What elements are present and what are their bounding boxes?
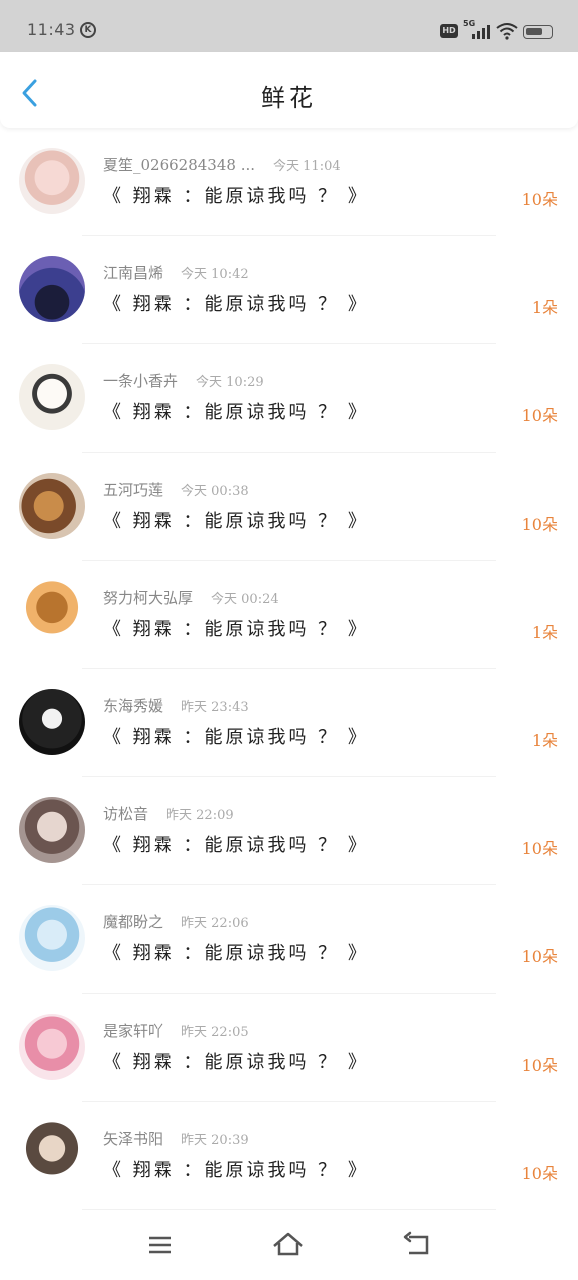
- gift-message: 《 翔霖 ：能原谅我吗 ？ 》: [103, 402, 369, 424]
- sender-line: 是家轩吖 昨天 22:05: [103, 1020, 249, 1041]
- flower-count: 1朵: [531, 298, 558, 318]
- status-bar: 11:43 K HD 5G: [0, 0, 578, 52]
- avatar[interactable]: [19, 580, 85, 647]
- avatar[interactable]: [19, 148, 85, 214]
- flower-count: 10朵: [521, 514, 558, 534]
- back-arrow-icon[interactable]: [401, 1230, 435, 1260]
- sender-name: 江南昌烯: [103, 264, 164, 283]
- battery-fill: [526, 28, 542, 35]
- sent-time: 今天 10:29: [196, 375, 264, 391]
- gift-message: 《 翔霖 ：能原谅我吗 ？ 》: [103, 943, 369, 965]
- list-item[interactable]: 夏笙_0266284348 ... 今天 11:04 《 翔霖 ：能原谅我吗 ？ 》…: [0, 128, 578, 237]
- list-item[interactable]: 一条小香卉 今天 10:29 《 翔霖 ：能原谅我吗 ？ 》 10朵: [0, 344, 578, 453]
- home-icon[interactable]: [271, 1230, 305, 1260]
- sender-name: 一条小香卉: [103, 372, 179, 391]
- list-item[interactable]: 东海秀媛 昨天 23:43 《 翔霖 ：能原谅我吗 ？ 》 1朵: [0, 669, 578, 778]
- sender-line: 努力柯大弘厚 今天 00:24: [103, 587, 279, 608]
- system-nav-bar: [0, 1212, 578, 1280]
- flower-count: 10朵: [521, 1055, 558, 1075]
- sent-time: 今天 00:38: [181, 483, 249, 499]
- page-title: 鲜花: [261, 84, 317, 112]
- flower-gift-list: 夏笙_0266284348 ... 今天 11:04 《 翔霖 ：能原谅我吗 ？ 》…: [0, 128, 578, 1210]
- avatar[interactable]: [19, 256, 85, 323]
- list-item[interactable]: 是家轩吖 昨天 22:05 《 翔霖 ：能原谅我吗 ？ 》 10朵: [0, 994, 578, 1102]
- sent-time: 今天 11:04: [273, 159, 341, 174]
- battery-icon: [523, 25, 553, 39]
- gift-message: 《 翔霖 ：能原谅我吗 ？ 》: [103, 726, 369, 748]
- sender-line: 访松音 昨天 22:09: [103, 803, 234, 824]
- sender-line: 夏笙_0266284348 ... 今天 11:04: [103, 154, 341, 175]
- gift-message: 《 翔霖 ：能原谅我吗 ？ 》: [103, 618, 369, 640]
- avatar[interactable]: [19, 1121, 85, 1188]
- gift-message: 《 翔霖 ：能原谅我吗 ？ 》: [103, 510, 369, 532]
- sender-name: 努力柯大弘厚: [103, 588, 194, 607]
- flower-count: 1朵: [531, 622, 558, 642]
- sender-name: 访松音: [103, 805, 149, 824]
- sender-line: 矢泽书阳 昨天 20:39: [103, 1128, 249, 1149]
- sent-time: 昨天 20:39: [181, 1132, 249, 1148]
- gift-message: 《 翔霖 ：能原谅我吗 ？ 》: [103, 186, 369, 207]
- avatar[interactable]: [19, 472, 85, 539]
- sender-line: 一条小香卉 今天 10:29: [103, 370, 264, 391]
- flower-count: 10朵: [521, 190, 558, 209]
- flower-count: 1朵: [531, 730, 558, 750]
- status-time: 11:43: [27, 20, 76, 39]
- wifi-icon: [496, 23, 518, 40]
- sender-line: 魔都盼之 昨天 22:06: [103, 911, 249, 932]
- sender-line: 五河巧莲 今天 00:38: [103, 479, 249, 500]
- hd-icon: HD: [440, 24, 458, 38]
- sender-name: 五河巧莲: [103, 480, 164, 499]
- sent-time: 昨天 23:43: [181, 699, 249, 715]
- list-item[interactable]: 矢泽书阳 昨天 20:39 《 翔霖 ：能原谅我吗 ？ 》 10朵: [0, 1102, 578, 1210]
- divider: [82, 1208, 496, 1210]
- signal-bar: [487, 25, 490, 39]
- gift-message: 《 翔霖 ：能原谅我吗 ？ 》: [103, 1051, 369, 1073]
- sender-name: 魔都盼之: [103, 913, 164, 932]
- flower-count: 10朵: [521, 839, 558, 859]
- avatar[interactable]: [19, 797, 85, 864]
- sender-name: 夏笙_0266284348 ...: [103, 156, 256, 174]
- avatar[interactable]: [19, 688, 85, 755]
- flower-count: 10朵: [521, 947, 558, 967]
- flower-count: 10朵: [521, 1163, 558, 1183]
- sent-time: 昨天 22:05: [181, 1024, 249, 1040]
- signal-bar: [477, 31, 480, 39]
- signal-icon: 5G: [463, 19, 491, 41]
- sender-name: 东海秀媛: [103, 696, 164, 715]
- sender-line: 江南昌烯 今天 10:42: [103, 262, 249, 283]
- sent-time: 昨天 22:09: [166, 808, 234, 824]
- flower-count: 10朵: [521, 406, 558, 426]
- list-item[interactable]: 努力柯大弘厚 今天 00:24 《 翔霖 ：能原谅我吗 ？ 》 1朵: [0, 561, 578, 669]
- list-item[interactable]: 五河巧莲 今天 00:38 《 翔霖 ：能原谅我吗 ？ 》 10朵: [0, 453, 578, 561]
- list-item[interactable]: 访松音 昨天 22:09 《 翔霖 ：能原谅我吗 ？ 》 10朵: [0, 777, 578, 886]
- sender-name: 矢泽书阳: [103, 1129, 164, 1148]
- gift-message: 《 翔霖 ：能原谅我吗 ？ 》: [103, 294, 369, 316]
- avatar[interactable]: [19, 905, 85, 972]
- sent-time: 今天 10:42: [181, 267, 249, 283]
- gift-message: 《 翔霖 ：能原谅我吗 ？ 》: [103, 1159, 369, 1181]
- network-type: 5G: [463, 19, 476, 28]
- sent-time: 今天 00:24: [211, 591, 279, 607]
- signal-bar: [472, 34, 475, 39]
- gift-message: 《 翔霖 ：能原谅我吗 ？ 》: [103, 835, 369, 857]
- avatar[interactable]: [19, 364, 85, 431]
- list-item[interactable]: 江南昌烯 今天 10:42 《 翔霖 ：能原谅我吗 ？ 》 1朵: [0, 236, 578, 345]
- list-item[interactable]: 魔都盼之 昨天 22:06 《 翔霖 ：能原谅我吗 ？ 》 10朵: [0, 885, 578, 994]
- sent-time: 昨天 22:06: [181, 916, 249, 932]
- k-app-icon: K: [80, 22, 96, 38]
- header: 鲜花: [0, 52, 578, 128]
- avatar[interactable]: [19, 1013, 85, 1080]
- sender-name: 是家轩吖: [103, 1021, 164, 1040]
- signal-bar: [482, 28, 485, 39]
- sender-line: 东海秀媛 昨天 23:43: [103, 695, 249, 716]
- menu-icon[interactable]: [143, 1230, 177, 1260]
